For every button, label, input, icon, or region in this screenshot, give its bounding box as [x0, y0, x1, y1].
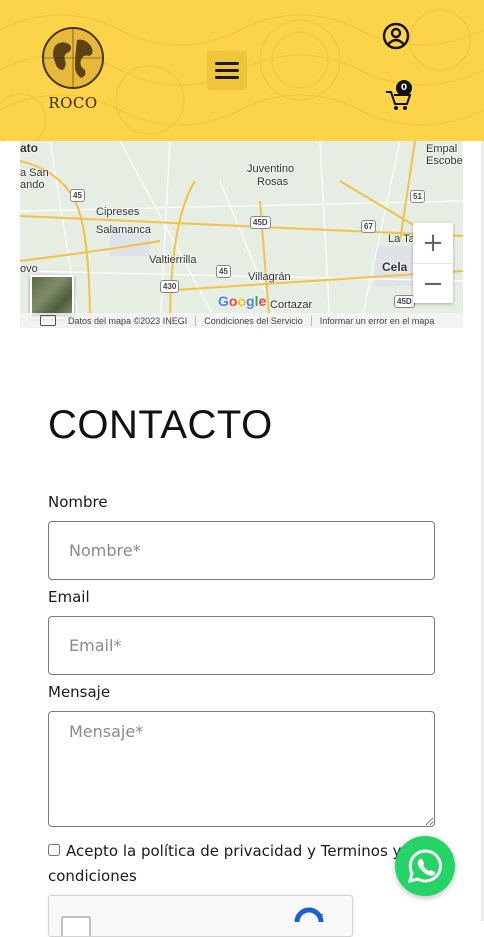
user-circle-icon[interactable]: [382, 22, 410, 50]
map-label-cela: Cela: [382, 260, 408, 274]
hamburger-menu-icon: [215, 62, 239, 65]
map-label-la-t: La Ta: [388, 233, 415, 245]
map-label-cortazar: Cortazar: [270, 299, 313, 311]
hamburger-line: [215, 69, 239, 72]
whatsapp-icon: [407, 849, 442, 884]
map-label-ato: ato: [20, 141, 38, 155]
privacy-consent-checkbox[interactable]: [48, 843, 60, 856]
road-shield-67: 67: [361, 220, 376, 233]
hamburger-menu-button[interactable]: [207, 51, 247, 90]
contact-title: CONTACTO: [48, 403, 273, 447]
road-shield-51: 51: [410, 190, 425, 203]
keyboard-shortcuts-icon[interactable]: [40, 315, 56, 326]
map-label-cipreses: Cipreses: [96, 206, 140, 218]
map-label-escobe: Escobe: [426, 155, 463, 167]
whatsapp-chat-button[interactable]: [395, 836, 455, 896]
privacy-consent: Acepto la política de privacidad y Termi…: [48, 839, 408, 889]
road-shield-45d: 45D: [394, 295, 415, 308]
message-label: Mensaje: [48, 683, 111, 701]
map-label-valtierrilla: Valtierrilla: [149, 254, 197, 266]
map-label-ovo: ovo: [20, 263, 38, 275]
map-label-juventino: Juventino: [247, 163, 295, 175]
recaptcha-logo-icon: [294, 907, 324, 923]
map-zoom-controls: + −: [413, 223, 453, 303]
message-field[interactable]: [48, 711, 435, 827]
map-label-villagran: Villagrán: [248, 271, 291, 283]
name-field[interactable]: [48, 521, 435, 580]
hamburger-line: [215, 76, 239, 79]
zoom-out-button[interactable]: −: [413, 263, 453, 304]
map-report-link[interactable]: Informar un error en el mapa: [320, 316, 435, 326]
site-logo[interactable]: ROCO: [39, 26, 107, 116]
privacy-consent-label[interactable]: Acepto la política de privacidad y Termi…: [48, 842, 401, 885]
google-map[interactable]: ato a San ando Juventino Rosas Empal Esc…: [20, 141, 463, 328]
map-label-rosas: Rosas: [257, 176, 289, 188]
cart-count-badge: 0: [396, 80, 412, 96]
site-header: ROCO 0: [0, 0, 484, 141]
map-label-salamanca: Salamanca: [96, 224, 152, 236]
road-shield-45: 45: [216, 265, 231, 278]
email-field[interactable]: [48, 616, 435, 675]
recaptcha-widget: [48, 895, 353, 937]
map-data-attribution: Datos del mapa ©2023 INEGI: [68, 315, 188, 326]
road-shield-45d: 45D: [250, 216, 271, 229]
map-label-empal: Empal: [426, 143, 458, 155]
footer-separator: [310, 315, 312, 326]
road-shield-45: 45: [70, 189, 85, 202]
road-shield-430: 430: [160, 280, 180, 293]
logo-text: ROCO: [48, 94, 98, 112]
map-terms-link[interactable]: Condiciones del Servicio: [204, 316, 303, 326]
map-footer: Datos del mapa ©2023 INEGI Condiciones d…: [20, 313, 463, 328]
recaptcha-checkbox[interactable]: [61, 916, 91, 936]
google-logo: Google: [218, 293, 267, 309]
zoom-in-button[interactable]: +: [413, 223, 453, 263]
map-label-ando: ando: [20, 179, 45, 191]
email-label: Email: [48, 588, 90, 606]
name-label: Nombre: [48, 493, 108, 511]
footer-separator: [195, 315, 197, 326]
globe-logo-icon: [42, 27, 104, 89]
map-label-san: a San: [20, 167, 49, 179]
